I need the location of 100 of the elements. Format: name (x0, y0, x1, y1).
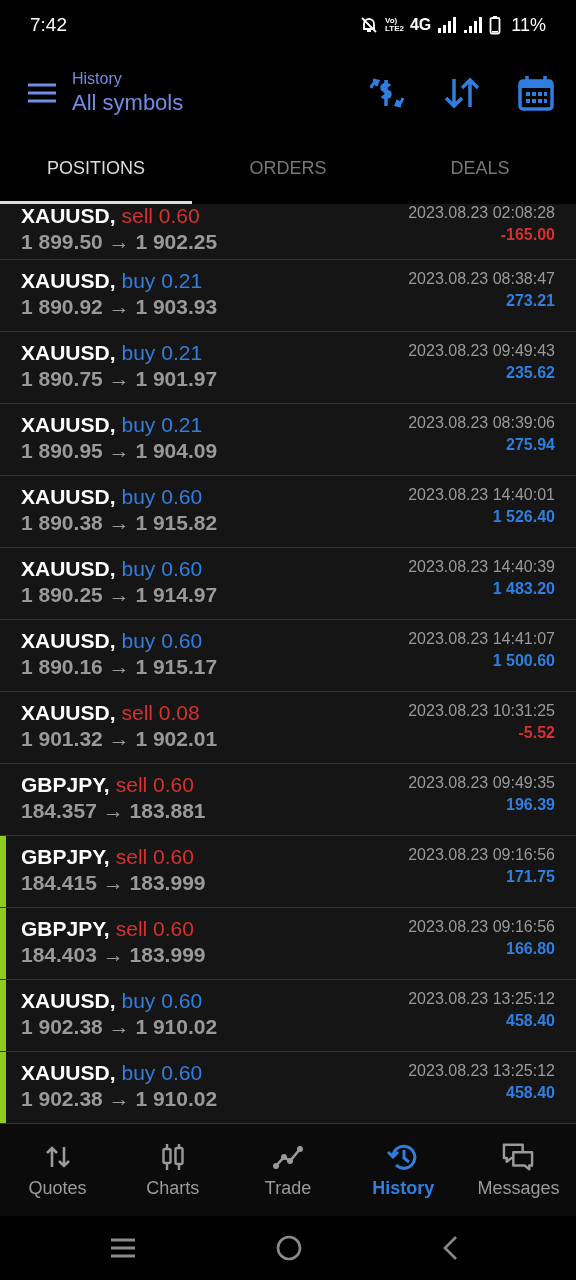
nav-tab[interactable]: Charts (115, 1124, 231, 1216)
nav-tab[interactable]: Messages (460, 1124, 576, 1216)
price-range: 1 890.75 → 1 901.97 (21, 367, 218, 391)
profit-value: 166.80 (506, 940, 555, 958)
trade-volume: buy 0.21 (121, 341, 203, 365)
position-row[interactable]: GBPJPY, sell 0.60 184.415 → 183.999 2023.08.23 09:16:56 171.75 (0, 836, 576, 908)
price-range: 1 902.38 → 1 910.02 (21, 1087, 218, 1111)
trade-volume: buy 0.60 (121, 485, 203, 509)
trade-volume: sell 0.60 (115, 917, 194, 941)
position-row[interactable]: XAUUSD, buy 0.60 1 890.25 → 1 914.97 2023.08.23 14:40:39 1 483.20 (0, 548, 576, 620)
trade-volume: sell 0.60 (115, 845, 194, 869)
signal-icon (463, 16, 484, 34)
symbol-name: XAUUSD, (21, 341, 116, 365)
symbol-name: GBPJPY, (21, 773, 110, 797)
symbol-name: GBPJPY, (21, 917, 110, 941)
close-time: 2023.08.23 02:08:28 (408, 204, 555, 222)
trade-volume: buy 0.60 (121, 557, 203, 581)
trade-volume: buy 0.60 (121, 1061, 203, 1085)
profit-value: -165.00 (500, 226, 555, 244)
tab[interactable]: ORDERS (192, 135, 384, 204)
recent-apps-icon[interactable] (110, 1237, 136, 1259)
price-range: 184.415 → 183.999 (21, 871, 206, 895)
price-range: 1 890.95 → 1 904.09 (21, 439, 218, 463)
symbol-name: XAUUSD, (21, 269, 116, 293)
price-range: 1 890.92 → 1 903.93 (21, 295, 218, 319)
close-time: 2023.08.23 09:16:56 (408, 918, 555, 936)
close-time: 2023.08.23 09:49:43 (408, 342, 555, 360)
close-time: 2023.08.23 09:16:56 (408, 846, 555, 864)
screen-title: History (72, 69, 123, 88)
volte-indicator: Vo) LTE2 (385, 17, 404, 33)
trade-volume: buy 0.21 (121, 413, 203, 437)
trade-volume: sell 0.60 (115, 773, 194, 797)
close-time: 2023.08.23 14:41:07 (408, 630, 555, 648)
close-time: 2023.08.23 10:31:25 (408, 702, 555, 720)
sort-icon[interactable] (444, 75, 480, 110)
clock-time: 7:42 (30, 14, 67, 36)
price-range: 1 890.38 → 1 915.82 (21, 511, 218, 535)
tab[interactable]: DEALS (384, 135, 576, 204)
bell-off-icon (359, 15, 379, 35)
trade-volume: sell 0.08 (121, 701, 200, 725)
position-row[interactable]: XAUUSD, buy 0.60 1 890.16 → 1 915.17 2023.08.23 14:41:07 1 500.60 (0, 620, 576, 692)
network-type: 4G (409, 16, 432, 34)
battery-icon (489, 15, 502, 35)
symbol-name: XAUUSD, (21, 1061, 116, 1085)
symbol-name: XAUUSD, (21, 701, 116, 725)
trade-volume: buy 0.60 (121, 989, 203, 1013)
price-range: 1 902.38 → 1 910.02 (21, 1015, 218, 1039)
close-time: 2023.08.23 14:40:39 (408, 558, 555, 576)
position-row[interactable]: GBPJPY, sell 0.60 184.403 → 183.999 2023.08.23 09:16:56 166.80 (0, 908, 576, 980)
price-range: 184.357 → 183.881 (21, 799, 206, 823)
symbol-filter[interactable]: All symbols (72, 89, 184, 116)
close-time: 2023.08.23 08:39:06 (408, 414, 555, 432)
nav-tab[interactable]: Trade (230, 1124, 346, 1216)
position-row[interactable]: XAUUSD, sell 0.60 1 899.50 → 1 902.25 2023.08.23 02:08:28 -165.00 (0, 204, 576, 260)
trade-volume: buy 0.21 (121, 269, 203, 293)
profit-value: 458.40 (506, 1084, 555, 1102)
symbol-name: XAUUSD, (21, 485, 116, 509)
battery-percent: 11% (511, 14, 546, 36)
profit-value: 1 500.60 (492, 652, 555, 670)
close-time: 2023.08.23 09:49:35 (408, 774, 555, 792)
profit-value: 1 526.40 (492, 508, 555, 526)
close-time: 2023.08.23 13:25:12 (408, 990, 555, 1008)
candlestick-icon (159, 1141, 186, 1172)
profit-value: -5.52 (518, 724, 555, 742)
position-row[interactable]: XAUUSD, buy 0.21 1 890.95 → 1 904.09 2023.08.23 08:39:06 275.94 (0, 404, 576, 476)
signal-icon (437, 16, 458, 34)
symbol-name: XAUUSD, (21, 629, 116, 653)
price-range: 1 890.25 → 1 914.97 (21, 583, 218, 607)
position-row[interactable]: XAUUSD, buy 0.60 1 902.38 → 1 910.02 2023.08.23 13:25:12 458.40 (0, 980, 576, 1052)
position-row[interactable]: XAUUSD, buy 0.21 1 890.92 → 1 903.93 2023.08.23 08:38:47 273.21 (0, 260, 576, 332)
symbol-name: XAUUSD, (21, 989, 116, 1013)
profit-value: 1 483.20 (492, 580, 555, 598)
calendar-icon[interactable] (518, 74, 554, 111)
position-row[interactable]: XAUUSD, buy 0.60 1 890.38 → 1 915.82 2023.08.23 14:40:01 1 526.40 (0, 476, 576, 548)
back-icon[interactable] (442, 1235, 458, 1261)
profit-value: 273.21 (506, 292, 555, 310)
close-time: 2023.08.23 14:40:01 (408, 486, 555, 504)
close-time: 2023.08.23 13:25:12 (408, 1062, 555, 1080)
profit-value: 171.75 (506, 868, 555, 886)
menu-icon[interactable] (28, 82, 56, 103)
profit-value: 458.40 (506, 1012, 555, 1030)
position-row[interactable]: XAUUSD, buy 0.21 1 890.75 → 1 901.97 2023.08.23 09:49:43 235.62 (0, 332, 576, 404)
close-time: 2023.08.23 08:38:47 (408, 270, 555, 288)
symbol-name: GBPJPY, (21, 845, 110, 869)
profit-value: 196.39 (506, 796, 555, 814)
symbol-name: XAUUSD, (21, 204, 116, 228)
price-range: 1 899.50 → 1 902.25 (21, 230, 218, 254)
profit-value: 275.94 (506, 436, 555, 454)
position-row[interactable]: XAUUSD, sell 0.08 1 901.32 → 1 902.01 2023.08.23 10:31:25 -5.52 (0, 692, 576, 764)
home-icon[interactable] (276, 1235, 302, 1261)
symbol-name: XAUUSD, (21, 557, 116, 581)
trade-volume: buy 0.60 (121, 629, 203, 653)
symbol-name: XAUUSD, (21, 413, 116, 437)
price-range: 1 901.32 → 1 902.01 (21, 727, 218, 751)
nav-tab[interactable]: History (345, 1124, 461, 1216)
price-range: 1 890.16 → 1 915.17 (21, 655, 218, 679)
trade-volume: sell 0.60 (121, 204, 200, 228)
nav-tab[interactable]: Quotes (0, 1124, 116, 1216)
position-row[interactable]: GBPJPY, sell 0.60 184.357 → 183.881 2023.08.23 09:49:35 196.39 (0, 764, 576, 836)
profit-value: 235.62 (506, 364, 555, 382)
